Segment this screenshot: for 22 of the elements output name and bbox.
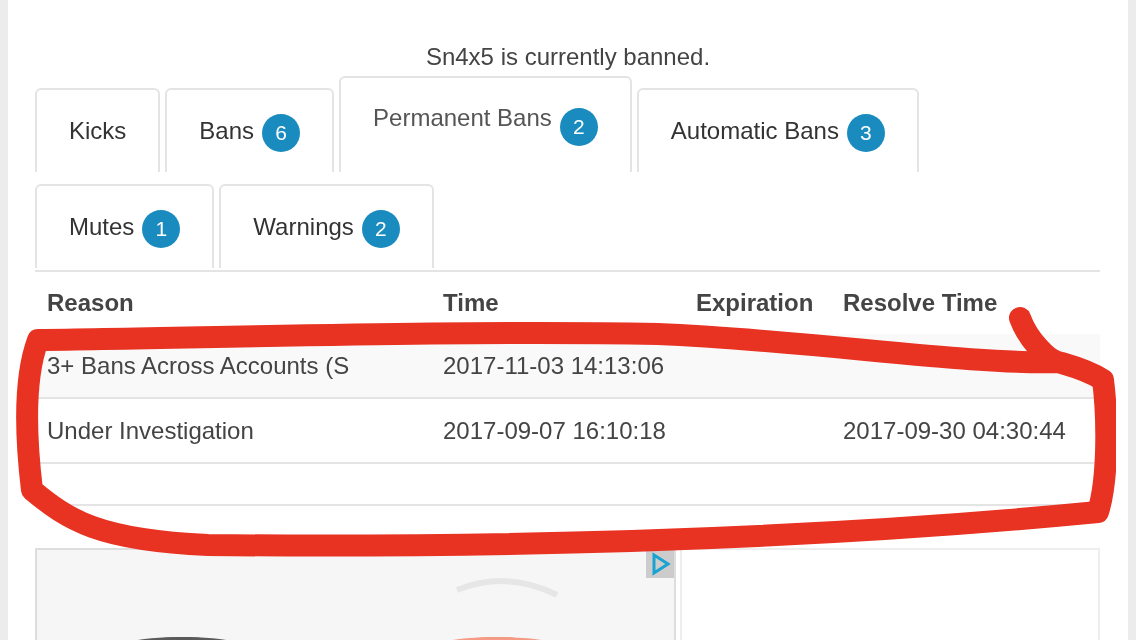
tab[interactable]: Permanent Bans 2 <box>339 76 632 172</box>
table-cell-text: 3+ Bans Across Accounts (S <box>47 351 351 380</box>
table-cell-text: 2017-09-07 16:10:18 <box>443 416 667 445</box>
count-badge: 2 <box>559 108 598 146</box>
ban-status-message: Sn4x5 is currently banned. <box>424 42 712 72</box>
tab[interactable]: Bans 6 <box>165 88 335 172</box>
table-cell-text: 2017-09-30 04:30:44 <box>843 416 1067 445</box>
tab[interactable]: Mutes 1 <box>35 184 215 268</box>
count-badge: 2 <box>361 210 400 248</box>
count-badge: 6 <box>262 114 301 152</box>
column-header[interactable]: Time <box>443 289 696 317</box>
count-badge: 3 <box>846 114 885 152</box>
tab[interactable]: Warnings 2 <box>219 184 434 268</box>
count-badge: 1 <box>142 210 181 248</box>
tab[interactable]: Kicks <box>35 88 161 172</box>
ad-choices-icon[interactable] <box>646 550 674 578</box>
tab[interactable]: Automatic Bans 3 <box>636 88 919 172</box>
table-cell-text: Under Investigation <box>47 416 255 445</box>
column-header[interactable]: Expiration <box>696 289 843 317</box>
column-header[interactable]: Resolve Time <box>843 289 1095 317</box>
column-header[interactable]: Reason <box>47 289 443 317</box>
table-cell-text: 2017-11-03 14:13:06 <box>443 351 666 380</box>
